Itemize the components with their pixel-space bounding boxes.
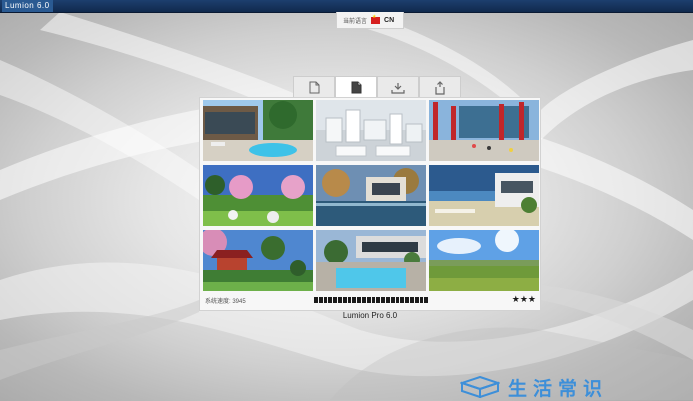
china-flag-icon	[371, 14, 381, 24]
import-icon	[435, 80, 445, 95]
gallery-thumb-red-pillars[interactable]	[429, 100, 539, 161]
cube-logo-icon	[460, 376, 500, 398]
progress-segment	[405, 297, 409, 303]
gallery-thumb-city-model[interactable]	[316, 100, 426, 161]
progress-segment	[409, 297, 414, 303]
language-label: 当前语言	[343, 18, 368, 25]
gallery-thumb-chinese-pavilion[interactable]	[203, 230, 313, 291]
version-label: Lumion Pro 6.0	[342, 311, 398, 320]
gallery-thumb-blossom-river[interactable]	[203, 165, 313, 226]
progress-segment	[414, 297, 419, 303]
progress-segment	[318, 297, 323, 303]
window-title: Lumion 6.0	[2, 0, 53, 12]
progress-segment	[323, 297, 328, 303]
progress-segment	[424, 297, 429, 303]
system-speed-label: 系统速度: 3945	[205, 299, 246, 305]
progress-segment	[328, 297, 333, 303]
project-panel: 系统速度: 3945 ★★★	[199, 97, 541, 311]
language-selector[interactable]: 当前语言 CN	[336, 12, 404, 29]
progress-segment	[385, 297, 390, 303]
progress-segment	[361, 297, 366, 303]
progress-segment	[366, 297, 371, 303]
progress-segment	[390, 297, 395, 303]
loading-progress-bar	[314, 297, 429, 303]
progress-segment	[376, 297, 381, 303]
status-row: 系统速度: 3945 ★★★	[200, 294, 540, 308]
performance-rating: ★★★	[511, 294, 536, 304]
mode-tabs	[293, 76, 463, 98]
download-icon	[391, 82, 405, 94]
new-file-icon	[309, 81, 319, 94]
progress-segment	[419, 297, 424, 303]
progress-segment	[347, 297, 352, 303]
gallery-thumb-meadow[interactable]	[429, 230, 539, 291]
example-gallery	[203, 100, 539, 291]
watermark: 生活常识	[460, 376, 609, 400]
gallery-thumb-modern-house[interactable]	[203, 100, 313, 161]
progress-segment	[352, 297, 357, 303]
gallery-thumb-seaside-villa[interactable]	[429, 165, 539, 226]
progress-segment	[357, 297, 361, 303]
gallery-thumb-resort-pool[interactable]	[316, 230, 426, 291]
watermark-text: 生活常识	[508, 377, 609, 400]
tab-import[interactable]	[419, 76, 461, 98]
progress-segment	[337, 297, 342, 303]
progress-segment	[314, 297, 318, 303]
open-file-icon	[351, 81, 361, 94]
language-code: CN	[384, 16, 395, 24]
progress-segment	[400, 297, 405, 303]
progress-segment	[333, 297, 337, 303]
progress-segment	[381, 297, 385, 303]
gallery-thumb-house-pond[interactable]	[316, 165, 426, 226]
tab-open-project[interactable]	[335, 76, 377, 98]
progress-segment	[342, 297, 347, 303]
progress-segment	[371, 297, 376, 303]
tab-save-download[interactable]	[377, 76, 419, 98]
progress-segment	[395, 297, 400, 303]
tab-new-project[interactable]	[293, 76, 335, 98]
